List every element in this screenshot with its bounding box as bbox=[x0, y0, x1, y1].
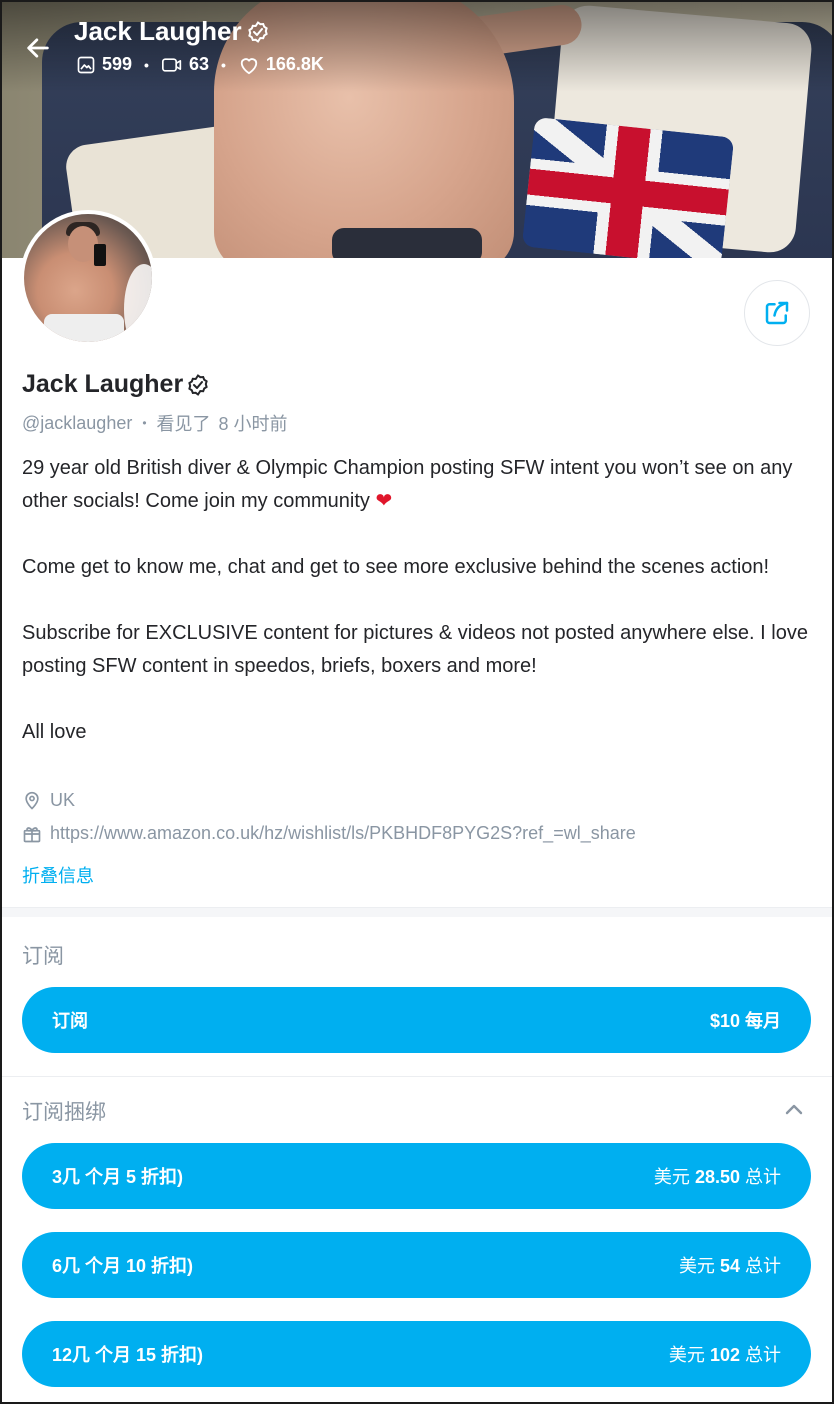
handle-row: @jacklaugher • 看见了 8 小时前 bbox=[22, 410, 288, 436]
bundles-section-label: 订阅捆绑 bbox=[22, 1101, 106, 1124]
header-stats: 599 • 63 • 166.8K bbox=[76, 54, 324, 75]
collapse-bundles-button[interactable] bbox=[780, 1096, 808, 1124]
verified-icon bbox=[247, 20, 268, 43]
videos-count: 63 bbox=[188, 54, 209, 74]
videos-stat: 63 bbox=[161, 54, 209, 75]
bundle-label: 3几 个月 5 折扣) bbox=[52, 1167, 184, 1187]
handle-separator: • bbox=[142, 416, 147, 430]
bio-paragraph: Come get to know me, chat and get to see… bbox=[22, 556, 770, 578]
bio-paragraph: 29 year old British diver & Olympic Cham… bbox=[22, 452, 812, 518]
video-icon bbox=[161, 57, 182, 72]
profile-handle: @jacklaugher bbox=[22, 412, 133, 433]
location-row: UK bbox=[22, 790, 75, 811]
wishlist-row[interactable]: https://www.amazon.co.uk/hz/wishlist/ls/… bbox=[22, 823, 636, 844]
bundle-label: 6几 个月 10 折扣) bbox=[52, 1256, 194, 1276]
bio-paragraph: All love bbox=[22, 721, 87, 743]
bundle-price-prefix: 美元 bbox=[678, 1256, 715, 1276]
image-icon bbox=[77, 56, 95, 73]
bundle-price: 美元 28.50 总计 bbox=[654, 1163, 781, 1189]
likes-stat: 166.8K bbox=[238, 54, 324, 75]
bio-text-1: 29 year old British diver & Olympic Cham… bbox=[22, 457, 793, 512]
stat-separator: • bbox=[220, 56, 226, 73]
subscription-section-label: 订阅 bbox=[22, 945, 64, 968]
gift-icon bbox=[23, 826, 41, 842]
avatar-image bbox=[24, 214, 152, 342]
bio: 29 year old British diver & Olympic Cham… bbox=[22, 452, 812, 749]
bundle-price-amount: 28.50 bbox=[694, 1167, 740, 1187]
red-heart-icon: ❤ bbox=[375, 490, 393, 512]
price-value: $10 bbox=[709, 1011, 740, 1031]
wishlist-link[interactable]: https://www.amazon.co.uk/hz/wishlist/ls/… bbox=[50, 823, 636, 844]
photos-count: 599 bbox=[102, 54, 133, 74]
bundle-price: 美元 54 总计 bbox=[679, 1252, 781, 1278]
section-divider bbox=[2, 1076, 832, 1077]
location-pin-icon bbox=[25, 791, 39, 810]
share-button[interactable] bbox=[744, 280, 810, 346]
bundle-option-button[interactable]: 3几 个月 5 折扣) 美元 28.50 总计 bbox=[22, 1143, 811, 1209]
collapse-info-link[interactable]: 折叠信息 bbox=[22, 862, 94, 888]
share-icon bbox=[765, 301, 789, 325]
location-text: UK bbox=[50, 790, 76, 810]
bundle-label: 12几 个月 15 折扣) bbox=[52, 1345, 204, 1365]
bundle-price-amount: 102 bbox=[709, 1345, 740, 1365]
photos-stat: 599 bbox=[76, 54, 132, 75]
price-period: 每月 bbox=[745, 1011, 781, 1031]
likes-count: 166.8K bbox=[265, 54, 324, 74]
bundle-option-button[interactable]: 12几 个月 15 折扣) 美元 102 总计 bbox=[22, 1321, 811, 1387]
subscribe-button[interactable]: 订阅 $10 每月 bbox=[22, 987, 811, 1053]
bundle-price-amount: 54 bbox=[719, 1256, 740, 1276]
header-title: Jack Laugher bbox=[74, 16, 270, 47]
arrow-left-icon bbox=[27, 38, 49, 58]
avatar[interactable] bbox=[20, 210, 156, 346]
seen-label: 看见了 bbox=[156, 414, 211, 434]
bio-paragraph: Subscribe for EXCLUSIVE content for pict… bbox=[22, 622, 808, 677]
top-bar: Jack Laugher 599 • 63 • 166.8K bbox=[2, 2, 832, 92]
subscribe-label: 订阅 bbox=[52, 1011, 88, 1031]
header-name: Jack Laugher bbox=[74, 16, 242, 46]
section-divider bbox=[2, 907, 832, 917]
profile-page: Jack Laugher 599 • 63 • 166.8K Jack Laug… bbox=[0, 0, 834, 1404]
stat-separator: • bbox=[144, 56, 149, 73]
bundle-price-prefix: 美元 bbox=[668, 1345, 705, 1365]
profile-name: Jack Laugher bbox=[22, 370, 210, 399]
bundle-price-prefix: 美元 bbox=[653, 1167, 690, 1187]
bundle-option-button[interactable]: 6几 个月 10 折扣) 美元 54 总计 bbox=[22, 1232, 811, 1298]
bundle-price-suffix: 总计 bbox=[745, 1256, 781, 1276]
profile-name-text: Jack Laugher bbox=[22, 370, 184, 398]
seen-time: 8 小时前 bbox=[218, 414, 288, 434]
bundle-price-suffix: 总计 bbox=[745, 1345, 781, 1365]
bundle-price-suffix: 总计 bbox=[745, 1167, 781, 1187]
verified-icon bbox=[188, 373, 208, 396]
subscribe-price: $10 每月 bbox=[710, 1007, 781, 1033]
bundle-price: 美元 102 总计 bbox=[669, 1341, 781, 1367]
chevron-up-icon bbox=[785, 1104, 803, 1115]
heart-icon bbox=[240, 57, 258, 74]
back-button[interactable] bbox=[20, 30, 56, 66]
